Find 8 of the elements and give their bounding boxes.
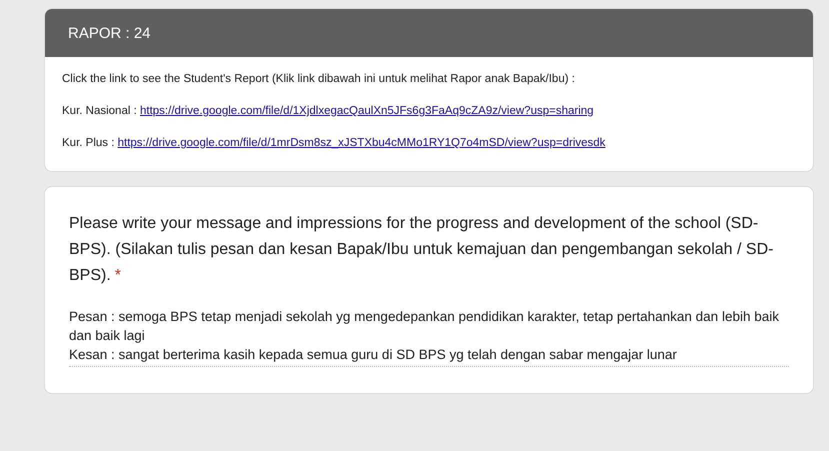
report-link[interactable]: https://drive.google.com/file/d/1mrDsm8sz_xJSTXbu4cMMo1RY1Q7o4mSD/view?usp=drivesdk — [118, 137, 606, 149]
answer-field[interactable]: Pesan : semoga BPS tetap menjadi sekolah yg mengedepankan pendidikan karakter, tetap pertahankan dan lebih baik dan baik lagi Kesan : sangat berterima kasih kepada semua guru di SD BPS yg telah dengan sabar mengajar lunar — [69, 307, 789, 367]
link-label: Kur. Plus : — [62, 137, 114, 149]
link-label: Kur. Nasional : — [62, 105, 137, 117]
instruction-text: Click the link to see the Student's Report (Klik link dibawah ini untuk melihat Rapor anak Bapak/Ibu) : — [62, 72, 576, 87]
card-title: RAPOR : 24 — [68, 24, 151, 42]
report-link[interactable]: https://drive.google.com/file/d/1XjdlxegacQaulXn5JFs6g3FaAq9cZA9z/view?usp=sharing — [140, 105, 594, 117]
question-text: Please write your message and impressions for the progress and development of the school (SD-BPS). (Silakan tulis pesan dan kesan Bapak/Ibu untuk kemajuan dan pengembangan sekolah / SD-BPS). * — [69, 214, 774, 286]
